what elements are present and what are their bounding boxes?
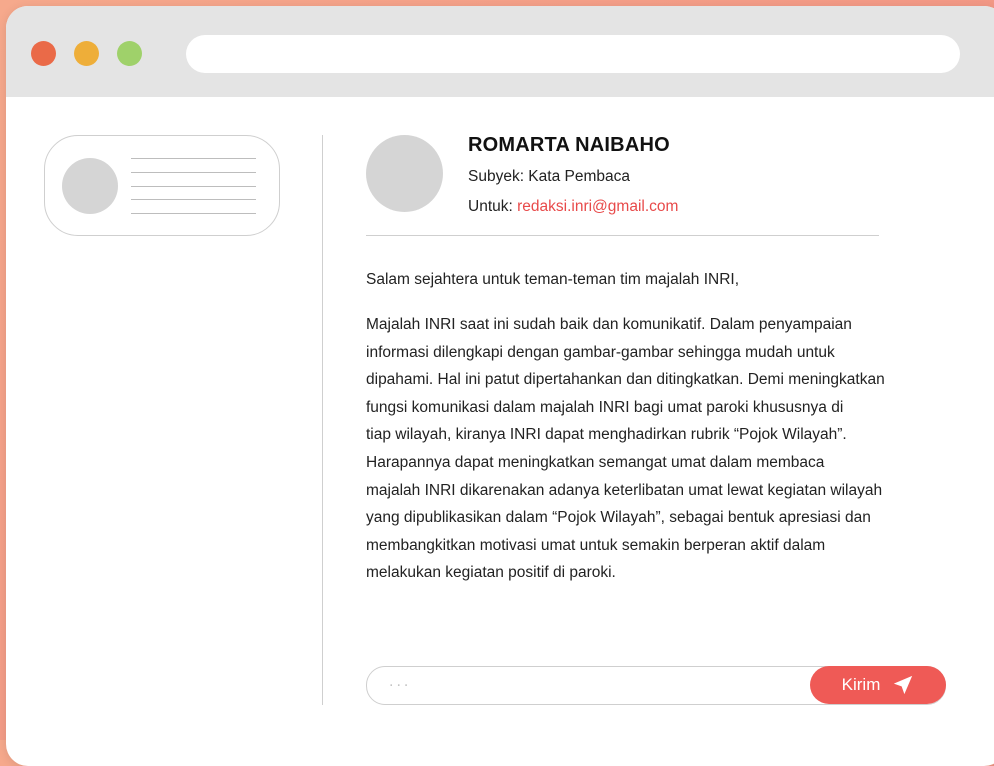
sender-avatar <box>366 135 443 212</box>
text-line-placeholder <box>131 199 256 200</box>
body-line: Majalah INRI saat ini sudah baik dan kom… <box>366 316 852 333</box>
message-body: Majalah INRI saat ini sudah baik dan kom… <box>366 311 956 587</box>
body-line: informasi dilengkapi dengan gambar-gamba… <box>366 343 835 361</box>
sender-name: ROMARTA NAIBAHO <box>468 134 670 156</box>
send-button-label: Kirim <box>841 675 881 694</box>
recipient-line: Untuk: redaksi.inri@gmail.com <box>468 198 678 216</box>
send-button[interactable]: Kirim <box>810 666 946 704</box>
recipient-label: Untuk: <box>468 198 518 215</box>
message-greeting: Salam sejahtera untuk teman-teman tim ma… <box>366 271 740 288</box>
avatar-placeholder <box>62 158 118 214</box>
minimize-dot[interactable] <box>74 41 99 66</box>
close-dot[interactable] <box>31 41 56 66</box>
body-line: fungsi komunikasi dalam majalah INRI bag… <box>366 398 844 416</box>
recipient-email[interactable]: redaksi.inri@gmail.com <box>517 198 678 215</box>
sidebar-message-card[interactable] <box>44 135 280 236</box>
zoom-dot[interactable] <box>117 41 142 66</box>
header-divider <box>366 235 879 236</box>
vertical-divider <box>322 135 323 705</box>
reply-placeholder: ... <box>389 673 412 690</box>
paper-plane-icon <box>894 675 913 695</box>
body-line: membangkitkan motivasi umat untuk semaki… <box>366 536 826 554</box>
body-line: majalah INRI dikarenakan adanya keterlib… <box>366 481 883 499</box>
body-line: dipahami. Hal ini patut dipertahankan da… <box>366 371 885 389</box>
body-line: melakukan kegiatan positif di paroki. <box>366 564 616 582</box>
text-line-placeholder <box>131 213 256 214</box>
browser-window: ROMARTA NAIBAHO Subyek: Kata Pembaca Unt… <box>6 6 994 766</box>
text-line-placeholder <box>131 158 256 159</box>
body-line: yang dipublikasikan dalam “Pojok Wilayah… <box>366 509 871 527</box>
title-bar <box>6 6 994 97</box>
text-line-placeholder <box>131 172 256 173</box>
text-line-placeholder <box>131 186 256 187</box>
body-line: tiap wilayah, kiranya INRI dapat menghad… <box>366 426 847 444</box>
address-bar[interactable] <box>186 35 960 73</box>
subject-line: Subyek: Kata Pembaca <box>468 168 630 185</box>
body-line: Harapannya dapat meningkatkan semangat u… <box>366 453 825 471</box>
